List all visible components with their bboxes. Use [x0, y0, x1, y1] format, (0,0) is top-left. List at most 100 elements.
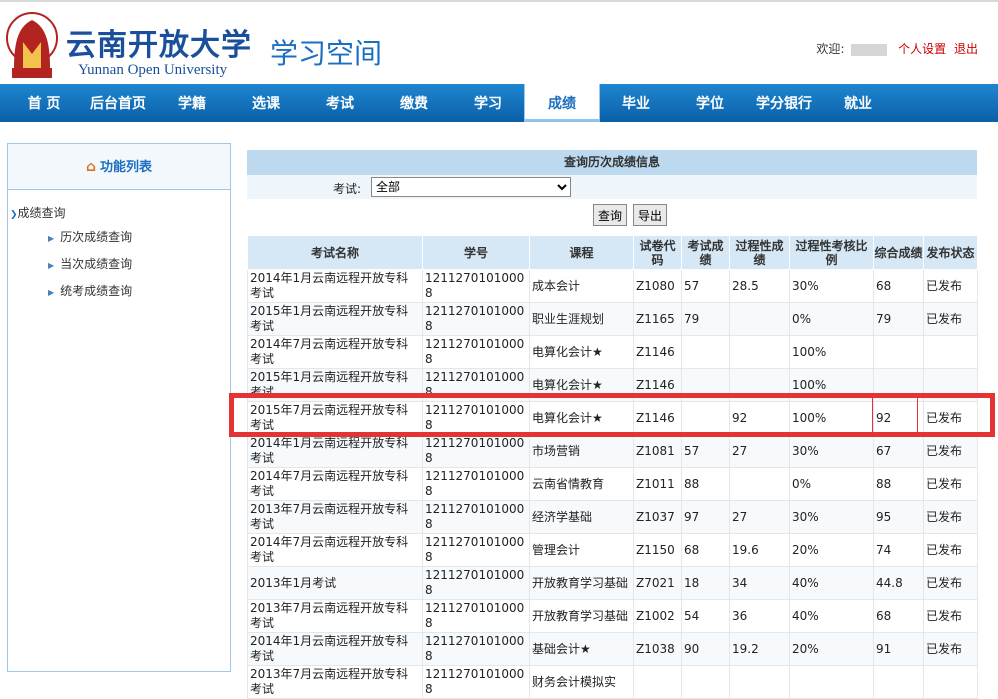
nav-item-grades[interactable]: 成绩	[524, 84, 600, 122]
cell-exam-name: 2015年1月云南远程开放专科考试	[247, 302, 423, 336]
cell-course: 开放教育学习基础	[529, 599, 634, 633]
col-header-publish-status: 发布状态	[923, 235, 978, 270]
cell-exam-name: 2015年7月云南远程开放专科考试	[247, 401, 423, 435]
cell-final-score: 92	[873, 401, 924, 435]
cell-paper-code: Z1038	[633, 632, 682, 666]
cell-exam-score	[681, 665, 730, 699]
export-button[interactable]: 导出	[633, 204, 668, 226]
cell-exam-score: 57	[681, 269, 730, 303]
nav-item-home[interactable]: 首 页	[20, 84, 68, 122]
settings-link[interactable]: 个人设置	[898, 42, 946, 56]
cell-course: 开放教育学习基础	[529, 566, 634, 600]
cell-course: 基础会计★	[529, 632, 634, 666]
nav-item-credit-bank[interactable]: 学分银行	[752, 84, 816, 122]
cell-paper-code: Z1081	[633, 434, 682, 468]
university-logo	[6, 12, 58, 78]
cell-process-score: 28.5	[729, 269, 790, 303]
nav-item-course-selection[interactable]: 选课	[242, 84, 290, 122]
cell-student-id: 12112701010008	[422, 269, 530, 303]
cell-publish-status: 已发布	[923, 269, 978, 303]
cell-process-ratio	[789, 665, 874, 699]
cell-process-ratio: 100%	[789, 368, 874, 402]
cell-final-score: 68	[873, 599, 924, 633]
table-row: 2014年7月云南远程开放专科考试 12112701010008 管理会计 Z1150…	[247, 533, 978, 567]
cell-paper-code: Z1146	[633, 368, 682, 402]
nav-item-employment[interactable]: 就业	[834, 84, 882, 122]
sidebar-group-grades[interactable]: ❯成绩查询	[10, 204, 66, 221]
table-row: 2014年1月云南远程开放专科考试 12112701010008 基础会计★ Z103…	[247, 632, 978, 666]
cell-exam-score: 57	[681, 434, 730, 468]
query-button[interactable]: 查询	[593, 204, 628, 226]
table-row: 2014年7月云南远程开放专科考试 12112701010008 电算化会计★ Z11…	[247, 335, 978, 369]
col-header-final-score: 综合成绩	[873, 235, 924, 270]
cell-final-score: 68	[873, 269, 924, 303]
cell-final-score: 88	[873, 467, 924, 501]
cell-student-id: 12112701010008	[422, 665, 530, 699]
cell-course: 财务会计模拟实	[529, 665, 634, 699]
table-row: 2013年1月考试 12112701010008 开放教育学习基础 Z7021 18 34…	[247, 566, 978, 600]
nav-item-graduation[interactable]: 毕业	[612, 84, 660, 122]
table-row: 2014年1月云南远程开放专科考试 12112701010008 市场营销 Z1081…	[247, 434, 978, 468]
cell-publish-status	[923, 368, 978, 402]
cell-process-ratio: 30%	[789, 434, 874, 468]
cell-exam-score: 79	[681, 302, 730, 336]
nav-item-exam[interactable]: 考试	[316, 84, 364, 122]
cell-publish-status	[923, 665, 978, 699]
cell-final-score: 74	[873, 533, 924, 567]
grades-table: 考试名称 学号 课程 试卷代码 考试成绩 过程性成绩 过程性考核比例 综合成绩 …	[247, 235, 978, 699]
nav-item-degree[interactable]: 学位	[686, 84, 734, 122]
cell-process-score	[729, 368, 790, 402]
exam-filter: 考试: 全部	[247, 175, 977, 199]
cell-process-score	[729, 335, 790, 369]
cell-exam-name: 2014年7月云南远程开放专科考试	[247, 533, 423, 567]
sidebar-item-current-grades[interactable]: ▶ 当次成绩查询	[48, 255, 132, 272]
triangle-right-icon: ▶	[48, 234, 55, 243]
cell-final-score	[873, 368, 924, 402]
nav-item-fees[interactable]: 缴费	[390, 84, 438, 122]
chevron-right-icon: ❯	[10, 210, 18, 220]
grades-panel: 查询历次成绩信息 考试: 全部 查询 导出 考试名称 学号 课程 试卷代码 考试…	[247, 150, 978, 699]
cell-publish-status: 已发布	[923, 500, 978, 534]
col-header-course: 课程	[529, 235, 634, 270]
col-header-process-score: 过程性成绩	[729, 235, 790, 270]
cell-process-score: 19.2	[729, 632, 790, 666]
table-header-row: 考试名称 学号 课程 试卷代码 考试成绩 过程性成绩 过程性考核比例 综合成绩 …	[247, 235, 978, 270]
cell-paper-code: Z1150	[633, 533, 682, 567]
nav-item-backend-home[interactable]: 后台首页	[82, 84, 154, 122]
sidebar-item-history-grades[interactable]: ▶ 历次成绩查询	[48, 228, 132, 245]
cell-student-id: 12112701010008	[422, 632, 530, 666]
cell-paper-code: Z1146	[633, 335, 682, 369]
cell-exam-score: 97	[681, 500, 730, 534]
cell-publish-status	[923, 335, 978, 369]
cell-student-id: 12112701010008	[422, 368, 530, 402]
brand-english-name: Yunnan Open University	[78, 62, 228, 78]
nav-item-enrollment[interactable]: 学籍	[168, 84, 216, 122]
sidebar-item-unified-exam-grades[interactable]: ▶ 统考成绩查询	[48, 282, 132, 299]
action-buttons: 查询 导出	[247, 199, 977, 229]
cell-exam-name: 2014年1月云南远程开放专科考试	[247, 632, 423, 666]
cell-publish-status: 已发布	[923, 599, 978, 633]
cell-final-score: 44.8	[873, 566, 924, 600]
cell-process-ratio: 30%	[789, 500, 874, 534]
cell-exam-name: 2013年1月考试	[247, 566, 423, 600]
cell-final-score	[873, 665, 924, 699]
cell-paper-code: Z7021	[633, 566, 682, 600]
nav-item-study[interactable]: 学习	[464, 84, 512, 122]
table-row: 2015年1月云南远程开放专科考试 12112701010008 职业生涯规划 Z11…	[247, 302, 978, 336]
cell-exam-name: 2013年7月云南远程开放专科考试	[247, 665, 423, 699]
cell-publish-status: 已发布	[923, 632, 978, 666]
cell-publish-status: 已发布	[923, 533, 978, 567]
cell-process-score	[729, 302, 790, 336]
logout-link[interactable]: 退出	[954, 42, 978, 56]
cell-exam-score: 54	[681, 599, 730, 633]
main-nav: 首 页 后台首页 学籍 选课 考试 缴费 学习 成绩 毕业 学位 学分银行 就业	[0, 84, 998, 122]
cell-process-ratio: 20%	[789, 632, 874, 666]
cell-final-score: 67	[873, 434, 924, 468]
cell-course: 云南省情教育	[529, 467, 634, 501]
cell-student-id: 12112701010008	[422, 434, 530, 468]
cell-course: 电算化会计★	[529, 335, 634, 369]
cell-final-score: 95	[873, 500, 924, 534]
cell-process-score: 27	[729, 434, 790, 468]
cell-exam-name: 2014年1月云南远程开放专科考试	[247, 269, 423, 303]
exam-select[interactable]: 全部	[371, 177, 571, 197]
